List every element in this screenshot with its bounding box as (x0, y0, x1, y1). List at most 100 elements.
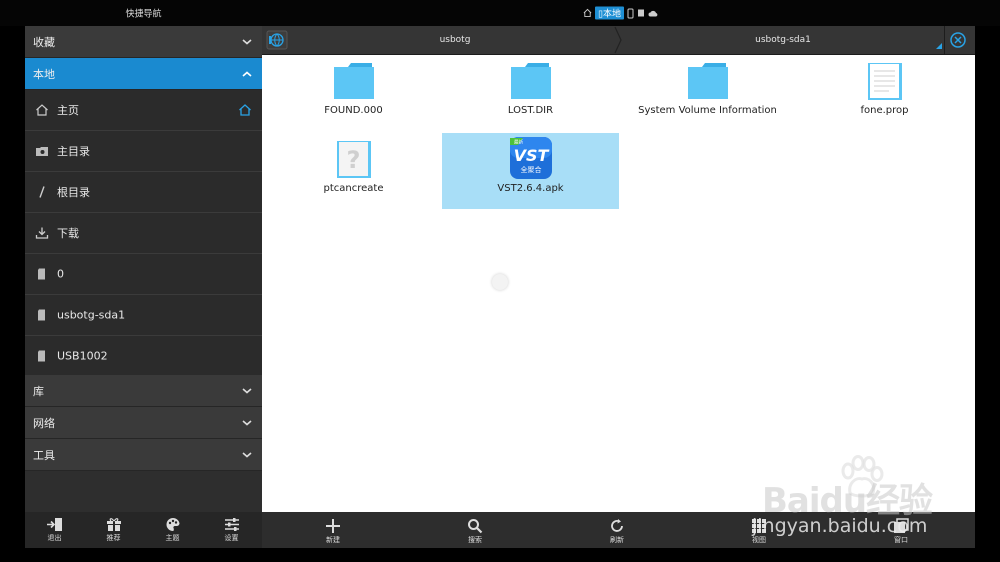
apk-icon-subtext: 全聚合 (520, 165, 541, 174)
file-item-vst-apk[interactable]: 最新 VST 全聚合 VST2.6.4.apk (442, 133, 619, 209)
sidebar: 收藏 本地 主页 主目录 根目录 下载 0 usbotg-sda1 USB100… (25, 26, 262, 512)
refresh-label: 刷新 (610, 536, 624, 544)
sidebar-item-label: 根目录 (57, 186, 90, 199)
file-item-found000[interactable]: FOUND.000 (265, 55, 442, 131)
gift-icon (106, 518, 121, 531)
slash-icon (39, 186, 45, 198)
sd-card-icon (38, 309, 45, 321)
network-globe-button[interactable] (266, 30, 288, 50)
search-button[interactable]: 搜索 (404, 512, 546, 548)
chevron-up-icon (242, 70, 252, 77)
download-icon (35, 227, 49, 239)
sidebar-section-label: 库 (33, 384, 44, 398)
file-name: LOST.DIR (507, 105, 554, 116)
svg-text:?: ? (346, 146, 360, 174)
refresh-button[interactable]: 刷新 (546, 512, 688, 548)
card-icon[interactable] (637, 9, 645, 18)
baidu-watermark: Baidu经验 jingyan.baidu.com (740, 455, 990, 545)
breadcrumb-usbotg-sda1[interactable]: usbotg-sda1 (622, 26, 944, 54)
file-name: System Volume Information (638, 105, 777, 116)
loading-indicator (492, 274, 508, 290)
apk-badge-text: 最新 (514, 139, 523, 146)
file-item-ptcancreate[interactable]: ? ptcancreate (265, 133, 442, 209)
home-icon (36, 104, 48, 116)
sidebar-item-label: usbotg-sda1 (57, 308, 126, 322)
theme-label: 主题 (165, 534, 180, 542)
sidebar-item-download[interactable]: 下载 (25, 213, 262, 254)
search-label: 搜索 (468, 536, 482, 544)
exit-button[interactable]: 退出 (25, 512, 84, 548)
sidebar-section-library[interactable]: 库 (25, 375, 262, 407)
home-status-icon[interactable] (583, 8, 592, 18)
file-name: VST2.6.4.apk (497, 183, 564, 194)
exit-icon (46, 518, 62, 531)
sidebar-item-label: 下载 (57, 227, 79, 240)
breadcrumb-usbotg[interactable]: usbotg (292, 26, 618, 54)
set-home-icon[interactable] (238, 104, 252, 117)
path-bar: usbotg usbotg-sda1 (262, 26, 975, 55)
sidebar-section-favorites[interactable]: 收藏 (25, 26, 262, 58)
refresh-icon (611, 519, 623, 532)
recommend-button[interactable]: 推荐 (84, 512, 143, 548)
palette-icon (166, 518, 179, 531)
sidebar-item-storage-0[interactable]: 0 (25, 254, 262, 295)
file-item-lost-dir[interactable]: LOST.DIR (442, 55, 619, 131)
sidebar-item-label: 主页 (57, 104, 79, 117)
local-status-tab[interactable]: ▯本地 (595, 6, 624, 20)
sidebar-item-label: 主目录 (57, 145, 90, 158)
path-divider (944, 26, 945, 54)
sidebar-toolbar: 退出 推荐 主题 设置 (25, 512, 262, 548)
sidebar-section-label: 本地 (33, 67, 55, 81)
theme-button[interactable]: 主题 (143, 512, 202, 548)
chevron-down-icon (242, 451, 252, 458)
breadcrumb-label: usbotg (439, 35, 471, 45)
chevron-down-icon (242, 38, 252, 45)
breadcrumb-separator-icon (614, 26, 622, 54)
apk-app-icon: 最新 VST 全聚合 (509, 137, 552, 179)
folder-icon (510, 63, 551, 99)
file-name: fone.prop (860, 105, 909, 116)
globe-icon (266, 30, 288, 50)
file-item-fone-prop[interactable]: fone.prop (796, 55, 973, 131)
phone-icon[interactable] (627, 8, 634, 18)
chevron-down-icon (242, 419, 252, 426)
sidebar-section-label: 收藏 (33, 35, 55, 49)
top-status-icons: ▯本地 (583, 6, 658, 20)
file-grid: FOUND.000 LOST.DIR System Volume Informa… (262, 55, 975, 512)
folder-icon (687, 63, 728, 99)
breadcrumb-label: usbotg-sda1 (755, 35, 811, 45)
unknown-file-icon: ? (336, 141, 371, 178)
local-status-label: 本地 (602, 9, 621, 20)
apk-icon-text: VST (513, 146, 549, 165)
cloud-icon[interactable] (648, 9, 658, 17)
new-button[interactable]: 新建 (262, 512, 404, 548)
new-label: 新建 (326, 536, 340, 544)
file-name: ptcancreate (323, 183, 384, 194)
sidebar-item-root[interactable]: 根目录 (25, 172, 262, 213)
close-path-button[interactable] (948, 30, 968, 50)
sidebar-section-local[interactable]: 本地 (25, 58, 262, 90)
plus-icon (326, 519, 340, 533)
quick-nav-title: 快捷导航 (125, 9, 162, 20)
file-item-system-volume-information[interactable]: System Volume Information (619, 55, 796, 131)
sidebar-section-network[interactable]: 网络 (25, 407, 262, 439)
chevron-down-icon (242, 387, 252, 394)
sidebar-item-label: USB1002 (57, 349, 108, 363)
recommend-label: 推荐 (106, 534, 121, 542)
sd-card-icon (38, 350, 45, 362)
exit-label: 退出 (47, 534, 62, 542)
text-file-icon (867, 63, 902, 100)
dropdown-corner-icon[interactable] (936, 43, 942, 49)
settings-label: 设置 (224, 534, 239, 542)
sidebar-item-home[interactable]: 主页 (25, 90, 262, 131)
sidebar-item-home-directory[interactable]: 主目录 (25, 131, 262, 172)
sidebar-item-usbotg-sda1[interactable]: usbotg-sda1 (25, 295, 262, 336)
sidebar-section-tools[interactable]: 工具 (25, 439, 262, 471)
search-icon (468, 519, 483, 534)
sidebar-section-label: 工具 (33, 448, 55, 462)
sidebar-item-usb1002[interactable]: USB1002 (25, 336, 262, 377)
settings-button[interactable]: 设置 (202, 512, 261, 548)
folder-camera-icon (36, 147, 48, 156)
file-name: FOUND.000 (324, 105, 383, 116)
sd-card-icon (38, 268, 45, 280)
